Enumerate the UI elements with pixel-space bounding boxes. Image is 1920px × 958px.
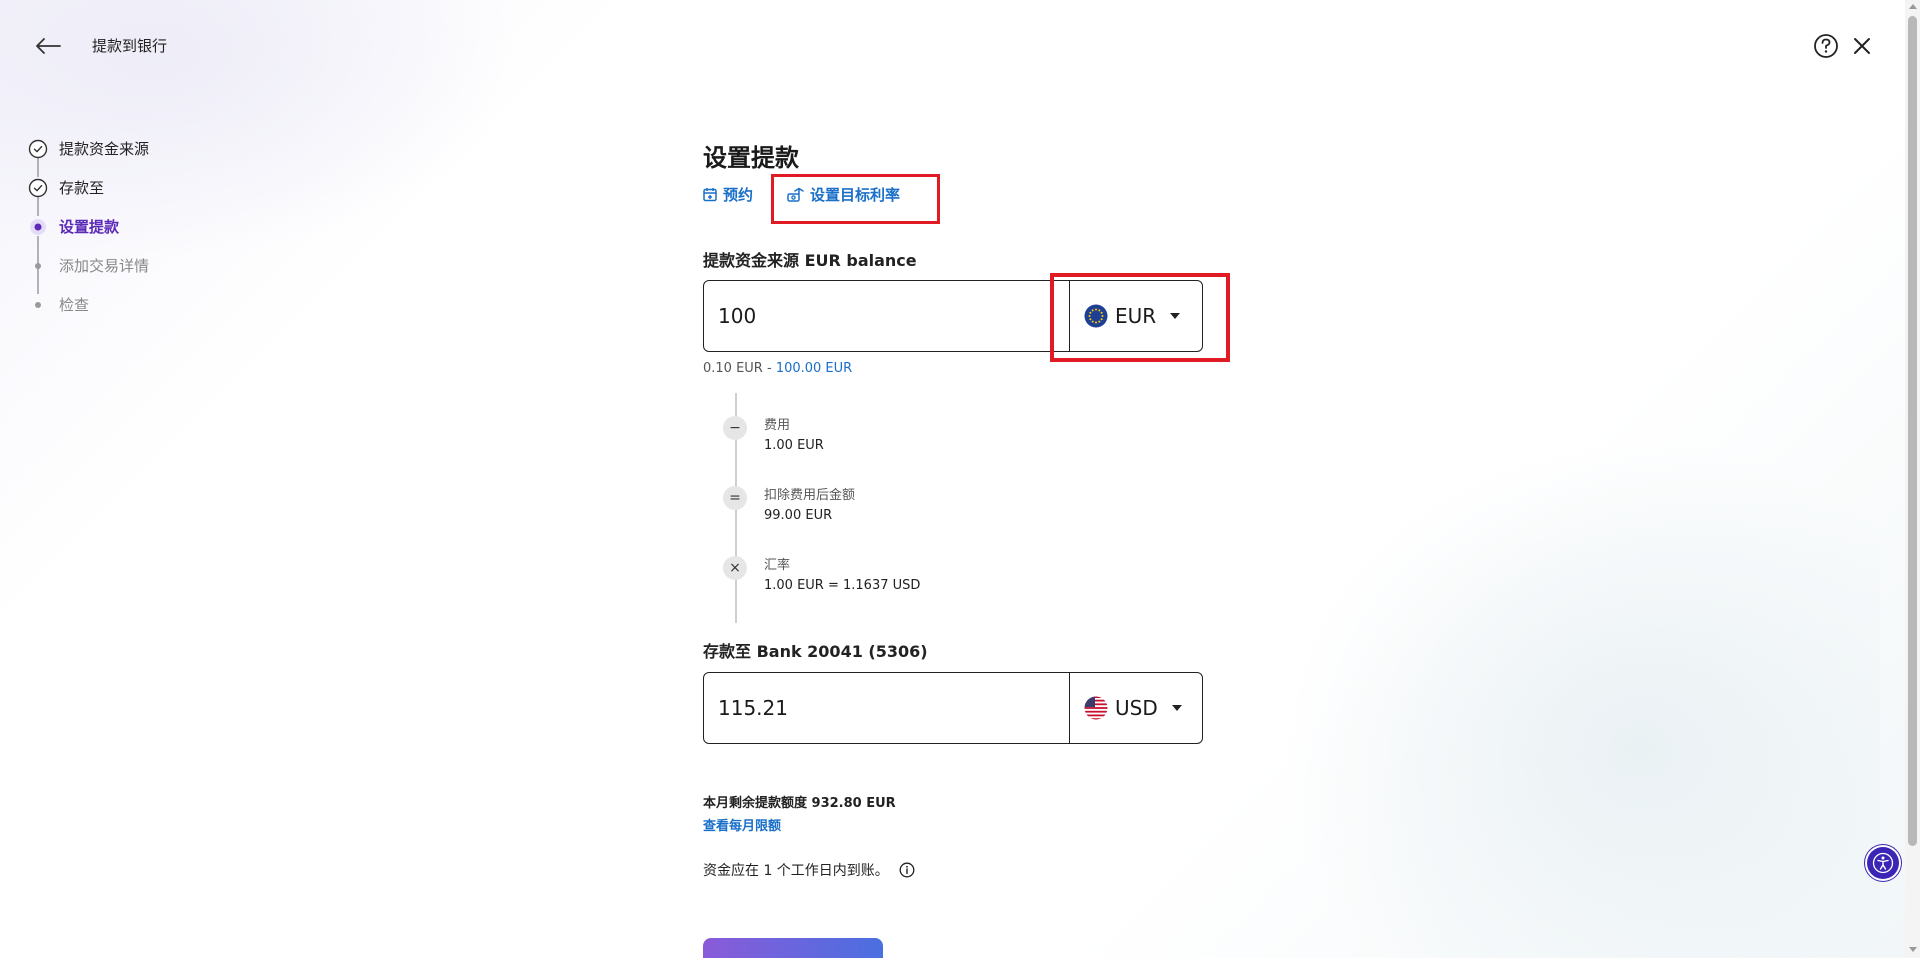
arrival-text: 资金应在 1 个工作日内到账。: [703, 863, 889, 879]
exchange-rate-row: × 汇率 1.00 EUR = 1.1637 USD: [723, 556, 920, 596]
exchange-rate-label: 汇率: [764, 558, 791, 573]
action-links: 预约 设置目标利率: [703, 174, 940, 224]
arrival-info: 资金应在 1 个工作日内到账。: [703, 860, 915, 880]
net-amount-value: 99.00 EUR: [764, 508, 833, 523]
step-label: 设置提款: [59, 218, 120, 236]
info-icon[interactable]: [899, 862, 915, 878]
back-button[interactable]: [32, 30, 64, 62]
schedule-link[interactable]: 预约: [703, 184, 753, 205]
close-button[interactable]: [1848, 32, 1876, 60]
source-amount-input[interactable]: 100: [704, 281, 1069, 351]
equals-icon: =: [723, 486, 747, 510]
source-label: 提款资金来源 EUR balance: [703, 251, 917, 270]
fee-value: 1.00 EUR: [764, 438, 824, 453]
help-icon: [1814, 34, 1838, 58]
header-title: 提款到银行: [92, 37, 168, 55]
monthly-limit-link[interactable]: 查看每月限额: [703, 815, 781, 834]
net-amount-row: = 扣除费用后金额 99.00 EUR: [723, 486, 855, 526]
check-circle-icon: [28, 139, 48, 159]
caret-down-icon: [1171, 705, 1182, 711]
scroll-down-arrow-icon[interactable]: [1909, 947, 1917, 952]
deposit-currency-code: USD: [1115, 696, 1158, 720]
source-amount-group: 100 EUR: [703, 273, 1230, 362]
deposit-amount-input[interactable]: 115.21: [704, 673, 1069, 743]
minus-icon: −: [723, 416, 747, 440]
exchange-rate-value: 1.00 EUR = 1.1637 USD: [764, 578, 921, 593]
currency-highlight: [1050, 273, 1230, 362]
step-label: 提款资金来源: [59, 140, 150, 158]
range-separator: -: [762, 361, 776, 376]
range-max-link[interactable]: 100.00 EUR: [776, 361, 852, 376]
step-label: 添加交易详情: [59, 257, 150, 275]
arrow-left-icon: [36, 38, 61, 54]
multiply-icon: ×: [723, 556, 747, 580]
pending-step-dot-icon: [28, 295, 48, 315]
monthly-limit-text: 本月剩余提款额度 932.80 EUR: [703, 796, 896, 811]
continue-button[interactable]: [703, 938, 883, 958]
deposit-currency-select[interactable]: USD: [1069, 673, 1202, 743]
us-flag-icon: [1084, 696, 1108, 720]
accessibility-button[interactable]: [1867, 847, 1899, 879]
scroll-up-arrow-icon[interactable]: [1909, 4, 1917, 9]
step-review: 检查: [28, 285, 228, 324]
step-label: 存款至: [59, 179, 105, 197]
target-rate-highlight: [771, 174, 940, 224]
fee-label: 费用: [764, 418, 791, 433]
help-button[interactable]: [1812, 32, 1840, 60]
step-setup-withdrawal: 设置提款: [28, 207, 228, 246]
schedule-link-label: 预约: [723, 186, 754, 204]
fee-row: − 费用 1.00 EUR: [723, 416, 824, 456]
scrollbar[interactable]: [1905, 0, 1920, 958]
pending-step-dot-icon: [28, 256, 48, 276]
close-icon: [1854, 38, 1870, 54]
step-deposit-to[interactable]: 存款至: [28, 168, 228, 207]
step-add-details: 添加交易详情: [28, 246, 228, 285]
net-amount-label: 扣除费用后金额: [764, 488, 856, 503]
calendar-icon: [703, 188, 717, 202]
check-circle-icon: [28, 178, 48, 198]
progress-stepper: 提款资金来源 存款至 设置提款 添加交易详情 检查: [28, 138, 228, 324]
range-min: 0.10 EUR: [703, 361, 763, 376]
amount-range: 0.10 EUR - 100.00 EUR: [703, 361, 852, 376]
step-withdraw-source[interactable]: 提款资金来源: [28, 129, 228, 168]
step-label: 检查: [59, 296, 90, 314]
deposit-amount-group: 115.21 USD: [703, 672, 1203, 744]
accessibility-icon: [1872, 852, 1894, 874]
page-title: 设置提款: [703, 144, 799, 172]
scrollbar-thumb[interactable]: [1908, 16, 1917, 846]
active-step-dot-icon: [28, 217, 48, 237]
deposit-label: 存款至 Bank 20041 (5306): [703, 642, 928, 661]
